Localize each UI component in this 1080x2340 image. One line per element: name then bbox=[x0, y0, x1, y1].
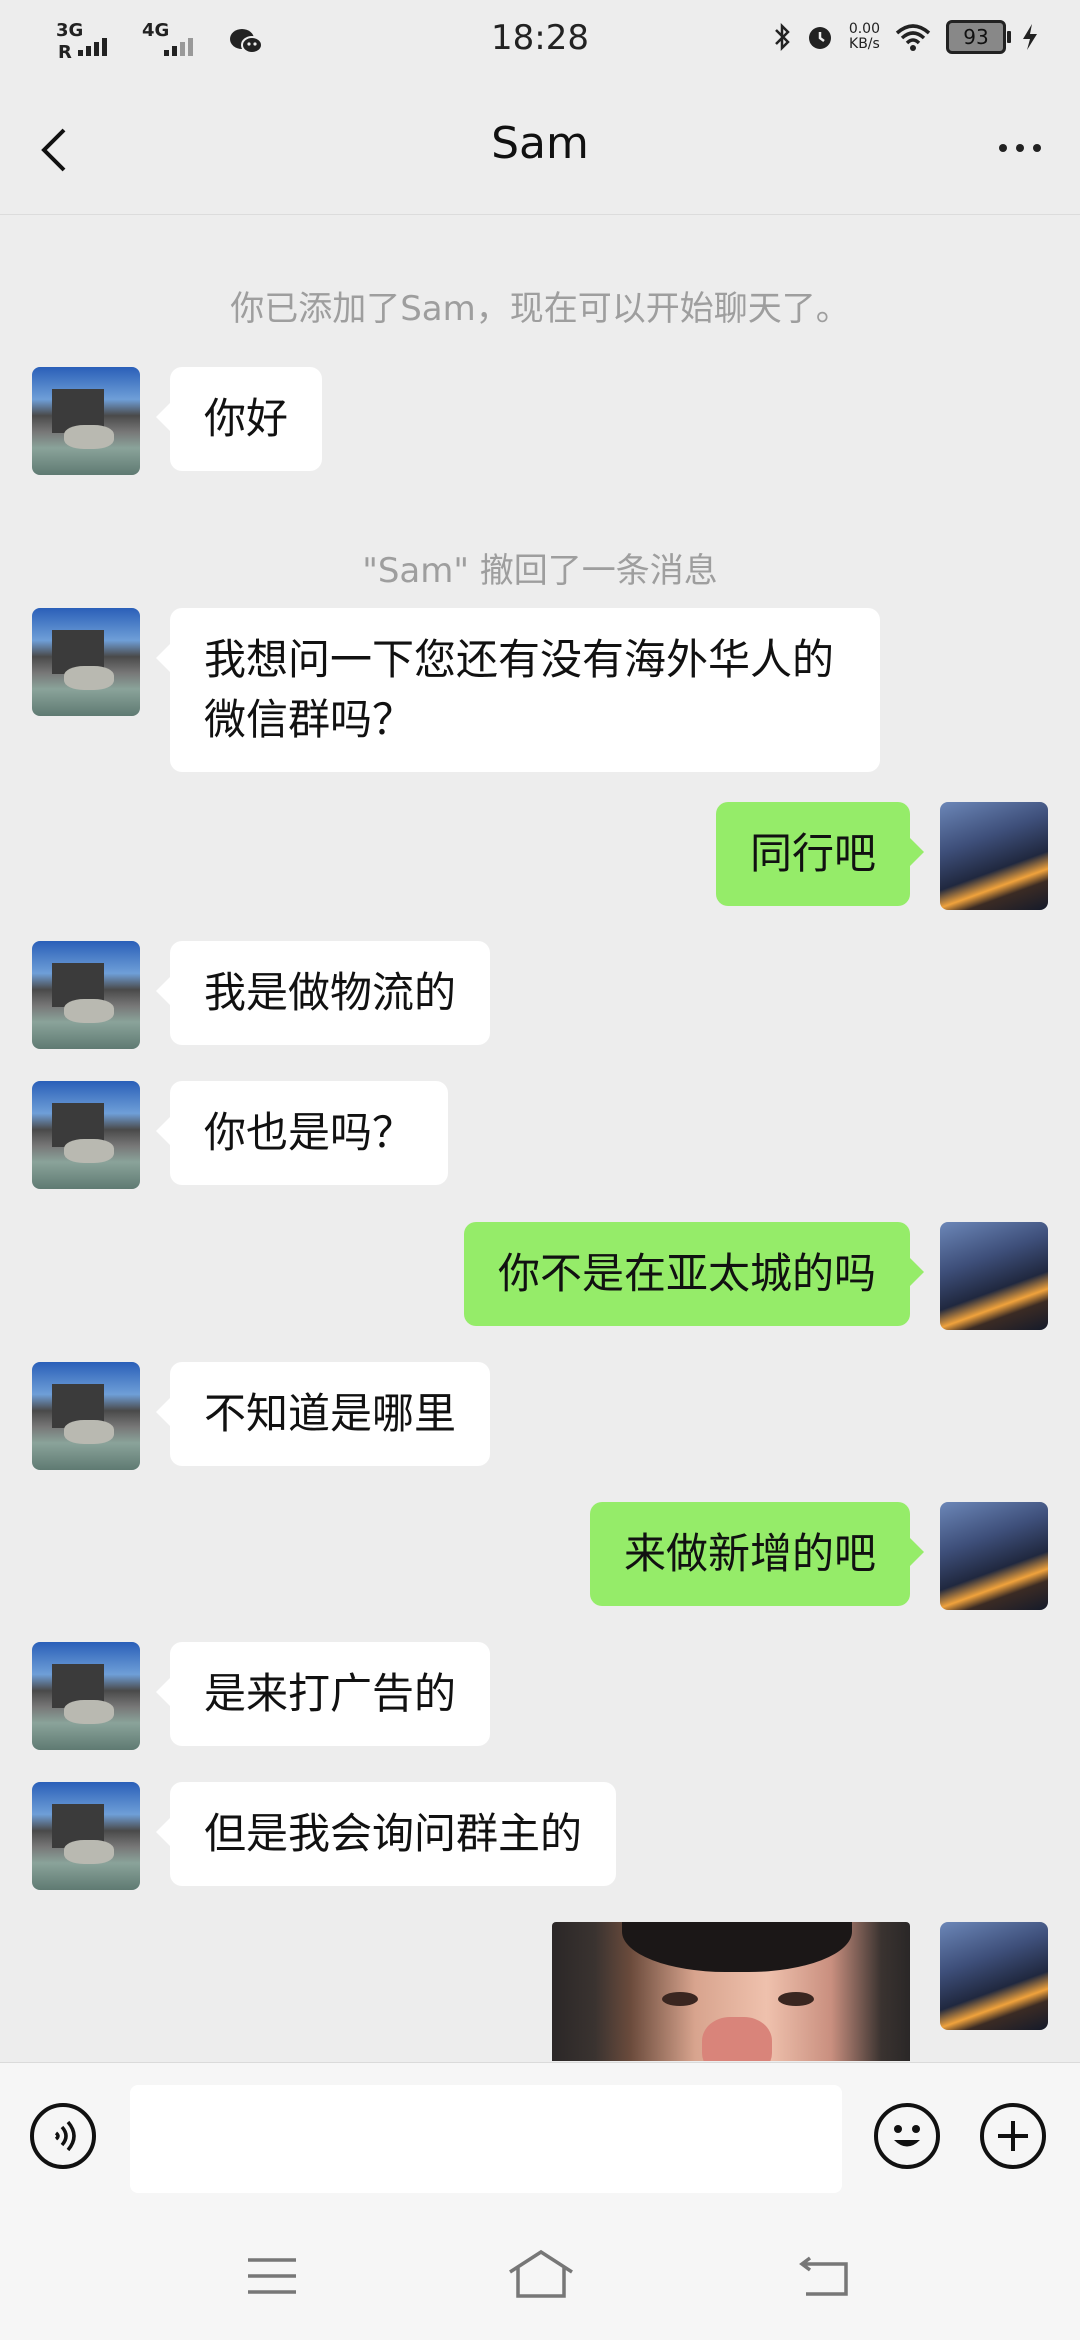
system-message: "Sam" 撤回了一条消息 bbox=[362, 551, 718, 591]
plus-icon bbox=[998, 2121, 1028, 2151]
outgoing-message[interactable]: 你不是在亚太城的吗 bbox=[463, 1222, 925, 1326]
contact-avatar[interactable] bbox=[32, 1782, 140, 1890]
incoming-message[interactable]: 不知道是哪里 bbox=[155, 1362, 491, 1466]
contact-avatar[interactable] bbox=[32, 941, 140, 1049]
incoming-message[interactable]: 是来打广告的 bbox=[155, 1642, 491, 1746]
sticker-image[interactable] bbox=[552, 1922, 910, 2061]
contact-avatar[interactable] bbox=[32, 1642, 140, 1750]
outgoing-message[interactable]: 同行吧 bbox=[715, 802, 925, 906]
battery-icon: 93 bbox=[946, 20, 1011, 54]
my-avatar[interactable] bbox=[940, 1922, 1048, 2030]
chat-title: Sam bbox=[491, 118, 589, 169]
contact-avatar[interactable] bbox=[32, 1362, 140, 1470]
contact-avatar[interactable] bbox=[32, 608, 140, 716]
incoming-message[interactable]: 我想问一下您还有没有海外华人的微信群吗？ bbox=[156, 608, 880, 772]
more-icon bbox=[999, 144, 1041, 152]
back-icon bbox=[799, 2256, 848, 2296]
system-message: 你已添加了Sam，现在可以开始聊天了。 bbox=[230, 289, 850, 329]
home-icon bbox=[509, 2249, 573, 2298]
voice-icon bbox=[54, 2120, 76, 2152]
outgoing-message[interactable]: 来做新增的吧 bbox=[589, 1502, 925, 1606]
net-speed-value: 0.00 bbox=[848, 21, 880, 37]
my-avatar[interactable] bbox=[940, 802, 1048, 910]
net-speed-unit: KB/s bbox=[849, 36, 880, 52]
incoming-message[interactable]: 我是做物流的 bbox=[155, 941, 491, 1045]
menu-icon bbox=[248, 2258, 296, 2294]
more-button[interactable] bbox=[990, 128, 1050, 168]
incoming-message[interactable]: 你也是吗？ bbox=[155, 1081, 449, 1185]
home-button[interactable] bbox=[506, 2246, 576, 2302]
incoming-message[interactable]: 但是我会询问群主的 bbox=[155, 1782, 617, 1886]
contact-avatar[interactable] bbox=[32, 1081, 140, 1189]
input-bar bbox=[0, 2062, 1080, 2217]
bluetooth-icon bbox=[774, 22, 790, 52]
emoji-icon bbox=[894, 2125, 920, 2147]
emoji-button[interactable] bbox=[874, 2103, 940, 2169]
nav-back-button[interactable] bbox=[796, 2250, 852, 2300]
contact-avatar[interactable] bbox=[32, 367, 140, 475]
charging-icon bbox=[1023, 24, 1037, 50]
voice-button[interactable] bbox=[30, 2103, 96, 2169]
status-bar: 3G R 4G 18:28 0.00 KB/s 93 bbox=[0, 0, 1080, 84]
wifi-icon bbox=[895, 24, 931, 51]
net-speed: 0.00 KB/s bbox=[849, 22, 880, 52]
system-nav-bar bbox=[0, 2216, 1080, 2340]
my-avatar[interactable] bbox=[940, 1502, 1048, 1610]
chat-header: Sam bbox=[0, 84, 1080, 215]
message-input[interactable] bbox=[130, 2085, 842, 2193]
more-functions-button[interactable] bbox=[980, 2103, 1046, 2169]
recent-apps-button[interactable] bbox=[244, 2254, 300, 2298]
chat-messages[interactable]: 你已添加了Sam，现在可以开始聊天了。 你好 "Sam" 撤回了一条消息 我想问… bbox=[0, 215, 1080, 2061]
alarm-icon bbox=[808, 27, 831, 49]
my-avatar[interactable] bbox=[940, 1222, 1048, 1330]
incoming-message[interactable]: 你好 bbox=[155, 367, 323, 471]
